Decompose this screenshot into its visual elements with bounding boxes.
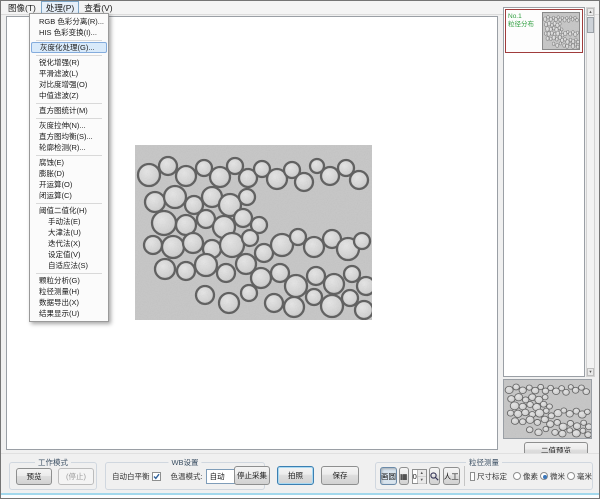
menu-item[interactable]: 粒径测量(H) [31, 286, 107, 297]
menu-item[interactable]: 灰度化处理(G)... [31, 42, 107, 53]
process-menu-dropdown: RGB 色彩分离(R)...HIS 色彩变换(I)... 灰度化处理(G)... 锐… [29, 13, 109, 322]
unit-radio-label: 毫米 [577, 471, 592, 482]
list-item-line1: No.1 [508, 13, 540, 21]
spinner-down-icon[interactable]: ▼ [418, 477, 426, 484]
draw-circle-button[interactable]: 画圆 [380, 467, 397, 485]
menu-item[interactable]: 大津法(U) [31, 227, 107, 238]
check-icon [153, 473, 160, 480]
unit-radio[interactable] [567, 472, 575, 480]
menu-separator [36, 55, 102, 56]
save-button[interactable]: 保存 [321, 466, 359, 485]
app-window: 图像(T)处理(P)查看(V) RGB 色彩分离(R)...HIS 色彩变换(I… [0, 0, 600, 499]
snapshot-button[interactable]: 拍照 [277, 466, 314, 485]
menu-item[interactable]: 直方图均衡(S)... [31, 131, 107, 142]
menu-item[interactable]: 腐蚀(E) [31, 157, 107, 168]
menu-item[interactable]: RGB 色彩分离(R)... [31, 16, 107, 27]
menu-separator [36, 155, 102, 156]
capture-group-label: 工作模式 [35, 457, 71, 468]
list-item-line2: 粒径分布 [508, 21, 540, 29]
spinner-arrows[interactable]: ▲ ▼ [417, 470, 426, 483]
specimen-image[interactable] [135, 145, 372, 320]
magnifier-icon[interactable] [429, 467, 440, 485]
unit-radio[interactable] [540, 472, 548, 480]
menu-item[interactable]: 自适应法(S) [31, 260, 107, 271]
menu-item[interactable]: HIS 色彩变换(I)... [31, 27, 107, 38]
calibration-checkbox[interactable] [470, 472, 475, 481]
menu-item[interactable]: 锐化增强(R) [31, 57, 107, 68]
unit-radio-label: 微米 [550, 471, 565, 482]
calibration-label: 尺寸标定 [477, 471, 507, 482]
menu-separator [36, 103, 102, 104]
item-thumbnail [542, 12, 580, 50]
bottom-strip [1, 493, 599, 499]
stop-capture-button[interactable]: 停止采集 [234, 466, 270, 485]
menu-item[interactable]: 数据导出(X) [31, 297, 107, 308]
menu-item[interactable]: 开运算(O) [31, 179, 107, 190]
menu-separator [36, 40, 102, 41]
menu-item[interactable]: 直方图统计(M) [31, 105, 107, 116]
menu-item[interactable]: 设定值(V) [31, 249, 107, 260]
list-item-selected[interactable]: No.1 粒径分布 [505, 9, 583, 53]
count-spinner[interactable]: 0 ▲ ▼ [412, 469, 427, 484]
spinner-up-icon[interactable]: ▲ [418, 470, 426, 477]
scrollbar-thumb[interactable] [587, 17, 594, 33]
menu-separator [36, 273, 102, 274]
unit-radio-group: 像素 微米 毫米 [511, 471, 592, 482]
menu-separator [36, 118, 102, 119]
wb-mode-label: 色温模式: [171, 471, 203, 482]
menu-item[interactable]: 中值滤波(Z) [31, 90, 107, 101]
menu-item[interactable]: 灰度拉伸(N)... [31, 120, 107, 131]
menu-item[interactable]: 轮廓检测(R)... [31, 142, 107, 153]
auto-wb-checkbox[interactable] [152, 472, 161, 481]
menu-item[interactable]: 闭运算(C) [31, 190, 107, 201]
menu-item[interactable]: 阈值二值化(H) [31, 205, 107, 216]
unit-radio-label: 像素 [523, 471, 538, 482]
menu-item[interactable]: 膨胀(D) [31, 168, 107, 179]
measure-group: 粒径测量 画圆 ▦ 0 ▲ ▼ 人工 [375, 462, 593, 490]
menu-item[interactable]: 颗粒分析(G) [31, 275, 107, 286]
menu-item[interactable]: 平滑滤波(L) [31, 68, 107, 79]
thumbnail-list[interactable]: No.1 粒径分布 [503, 7, 585, 377]
menu-item[interactable]: 迭代法(X) [31, 238, 107, 249]
menu-item[interactable]: 对比度增强(O) [31, 79, 107, 90]
unit-radio[interactable] [513, 472, 521, 480]
preview-thumbnail [503, 379, 592, 439]
list-item-text: No.1 粒径分布 [506, 10, 542, 52]
list-scrollbar[interactable]: ▲ ▼ [586, 7, 595, 377]
auto-wb-label: 自动白平衡 [112, 471, 150, 482]
toolbar: 工作模式 预览 (停止) WB设置 自动白平衡 色温模式: 自动 ▼ [1, 453, 599, 493]
preview-mode-button[interactable]: 预览 [16, 468, 52, 485]
menu-item[interactable]: 结果显示(U) [31, 308, 107, 319]
menu-separator [36, 203, 102, 204]
magnifier-glyph [430, 472, 439, 481]
stop-mode-button[interactable]: (停止) [58, 468, 94, 485]
scroll-up-icon[interactable]: ▲ [587, 8, 594, 16]
manual-button[interactable]: 人工 [443, 467, 460, 485]
menu-item[interactable]: 手动法(E) [31, 216, 107, 227]
capture-group: 工作模式 预览 (停止) [9, 462, 97, 490]
grid-icon[interactable]: ▦ [399, 467, 409, 485]
scroll-down-icon[interactable]: ▼ [587, 368, 594, 376]
